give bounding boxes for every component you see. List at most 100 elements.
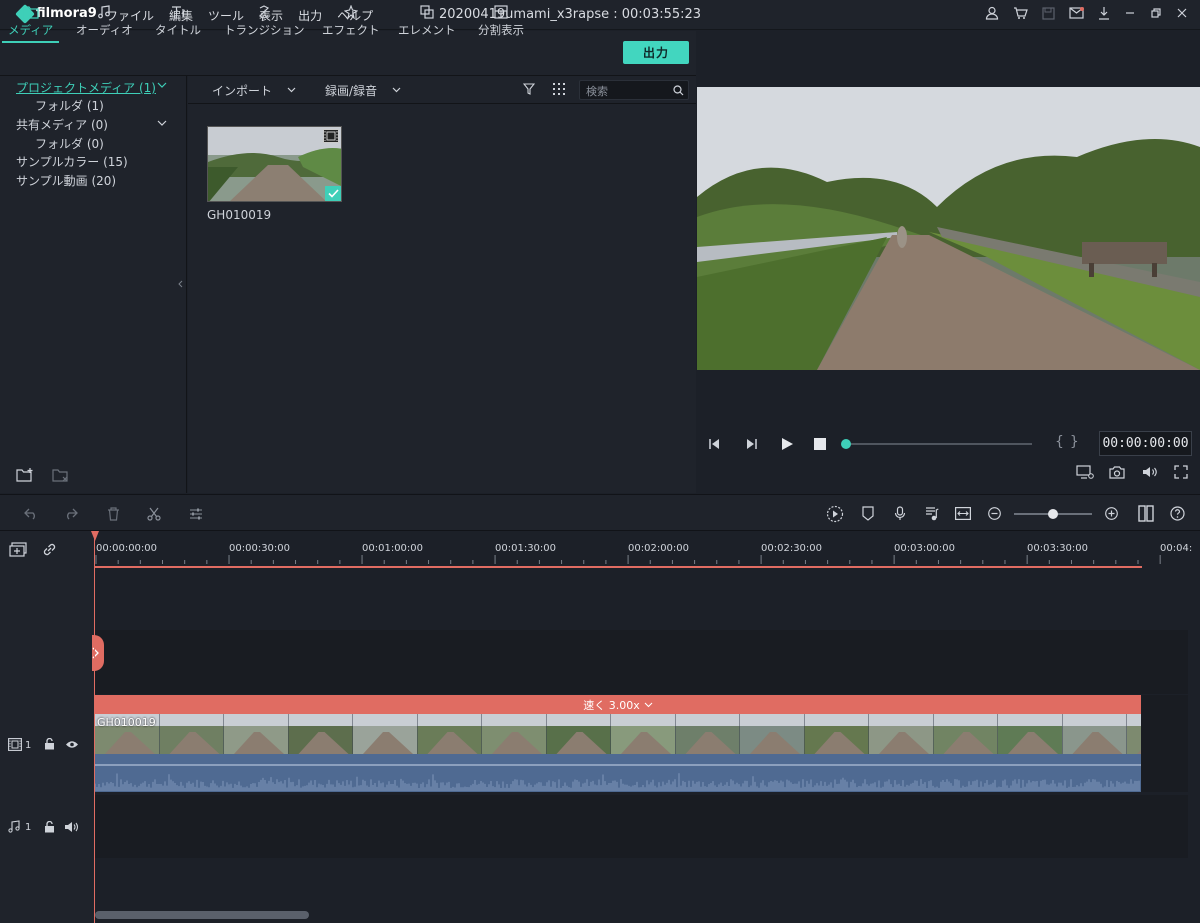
search-input[interactable]: 検索 (579, 80, 689, 100)
filmstrip-frame (675, 714, 740, 754)
preview-timecode: 00:00:00:00 (1099, 431, 1192, 456)
tab-transition[interactable]: トランジション (224, 5, 305, 38)
empty-track-area[interactable] (95, 630, 1188, 694)
tab-media[interactable]: メディア (1, 5, 60, 43)
playhead-line[interactable] (94, 531, 95, 923)
import-dropdown[interactable]: インポート (212, 82, 272, 99)
user-icon[interactable] (985, 6, 999, 20)
tab-audio-label: オーディオ (76, 23, 133, 37)
filmstrip-frame (611, 714, 675, 754)
speaker-icon[interactable] (64, 821, 79, 833)
minimize-icon[interactable] (1124, 7, 1136, 19)
fit-timeline-icon[interactable] (955, 507, 971, 520)
chevron-down-icon[interactable] (157, 120, 167, 126)
collapse-panel-icon[interactable] (178, 280, 183, 288)
clip-thumbnail-image (208, 127, 341, 201)
tab-element-label: エレメント (398, 23, 456, 37)
lock-icon[interactable] (44, 821, 55, 833)
timeline-audio-waveform[interactable] (95, 754, 1141, 792)
track-height-icon[interactable] (1138, 505, 1154, 522)
added-check-badge (325, 186, 341, 201)
filmstrip-frame (1127, 714, 1141, 754)
restore-icon[interactable] (1150, 7, 1162, 19)
timeline-ruler[interactable]: 00:00:00:00 00:00:30:00 00:01:00:00 00:0… (95, 531, 1200, 569)
check-icon (327, 189, 339, 198)
fullscreen-icon[interactable] (1174, 465, 1188, 479)
display-settings-icon[interactable] (1076, 465, 1094, 480)
download-icon[interactable] (1098, 6, 1110, 20)
export-button[interactable]: 出力 (623, 41, 689, 64)
split-screen-icon (494, 5, 508, 19)
tab-title[interactable]: タイトル (155, 5, 201, 38)
snapshot-camera-icon[interactable] (1109, 465, 1125, 479)
volume-icon[interactable] (1142, 465, 1158, 479)
grid-view-icon[interactable] (553, 83, 565, 95)
add-track-icon[interactable] (9, 542, 27, 558)
library-item-sample-videos[interactable]: サンプル動画 (20) (16, 172, 116, 189)
mark-in-out-braces[interactable]: {} (1055, 434, 1085, 450)
new-folder-icon[interactable] (16, 467, 34, 483)
save-icon[interactable] (1042, 6, 1055, 20)
library-item-project-media[interactable]: プロジェクトメディア (1) (16, 79, 156, 96)
timeline-duration-bar (95, 566, 1142, 568)
next-frame-icon[interactable] (744, 437, 758, 451)
adjust-sliders-icon[interactable] (189, 507, 203, 521)
chevron-down-icon[interactable] (157, 82, 167, 88)
microphone-icon[interactable] (894, 506, 906, 521)
lock-icon[interactable] (44, 738, 55, 750)
tab-title-label: タイトル (155, 23, 201, 37)
library-panel: プロジェクトメディア (1) フォルダ (1) 共有メディア (0) フォルダ … (0, 76, 187, 493)
library-item-project-folder[interactable]: フォルダ (1) (35, 97, 104, 114)
preview-progress-handle[interactable] (841, 439, 851, 449)
ruler-label: 00:00:30:00 (229, 543, 291, 554)
ruler-label: 00:03:00:00 (894, 543, 956, 554)
tab-audio[interactable]: オーディオ (76, 5, 133, 38)
media-clip-thumbnail[interactable] (207, 126, 342, 202)
record-dropdown[interactable]: 録画/録音 (325, 82, 377, 99)
playhead-handle[interactable] (91, 531, 99, 541)
title-icon (172, 6, 184, 18)
zoom-in-icon[interactable] (1105, 507, 1118, 520)
prev-frame-icon[interactable] (708, 437, 722, 451)
close-icon[interactable] (1176, 7, 1188, 19)
timeline-video-clip[interactable] (95, 714, 1141, 754)
library-item-shared-media[interactable]: 共有メディア (0) (16, 116, 108, 133)
video-track-number: 1 (25, 740, 32, 751)
link-icon[interactable] (42, 542, 57, 557)
zoom-slider-track[interactable] (1014, 509, 1092, 519)
library-item-shared-folder[interactable]: フォルダ (0) (35, 135, 104, 152)
redo-icon[interactable] (64, 508, 78, 520)
filmstrip-frame (740, 714, 804, 754)
undo-icon[interactable] (24, 508, 38, 520)
zoom-slider-handle[interactable] (1048, 509, 1058, 519)
delete-folder-icon[interactable] (52, 467, 70, 483)
audio-track-area[interactable] (95, 795, 1188, 858)
render-preview-icon[interactable] (826, 505, 844, 523)
filmstrip-frame (288, 714, 353, 754)
zoom-out-icon[interactable] (988, 507, 1001, 520)
tab-effect-label: エフェクト (322, 23, 380, 37)
marker-icon[interactable] (862, 506, 874, 521)
clip-speed-bar[interactable]: 速く 3.00x (95, 695, 1141, 714)
stop-icon[interactable] (814, 438, 826, 450)
chevron-down-icon[interactable] (287, 87, 296, 93)
tab-element[interactable]: エレメント (398, 5, 456, 38)
ruler-label: 00:02:30:00 (761, 543, 823, 554)
chevron-down-icon[interactable] (392, 87, 401, 93)
cart-icon[interactable] (1013, 6, 1028, 20)
filter-icon[interactable] (523, 83, 535, 95)
timeline-horizontal-scrollbar[interactable] (95, 911, 309, 919)
eye-icon[interactable] (65, 740, 79, 749)
chevron-down-icon[interactable] (644, 702, 653, 708)
help-icon[interactable] (1170, 506, 1185, 521)
audio-mixer-icon[interactable] (925, 506, 939, 521)
library-item-sample-colors[interactable]: サンプルカラー (15) (16, 153, 128, 170)
tab-split-screen[interactable]: 分割表示 (478, 5, 524, 38)
cut-scissors-icon[interactable] (147, 507, 161, 521)
play-icon[interactable] (780, 437, 794, 451)
delete-icon[interactable] (107, 507, 120, 521)
tab-effect[interactable]: エフェクト (322, 5, 380, 38)
mail-icon[interactable] (1069, 7, 1084, 19)
preview-progress-track[interactable] (841, 439, 1032, 449)
search-icon[interactable] (673, 85, 684, 96)
